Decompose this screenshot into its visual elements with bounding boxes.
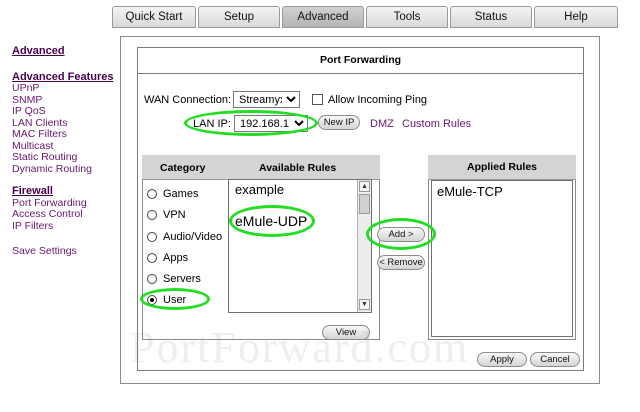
tab-status[interactable]: Status <box>450 6 532 28</box>
remove-button[interactable]: < Remove <box>377 255 425 270</box>
allow-ping-label: Allow Incoming Ping <box>328 94 428 106</box>
add-button[interactable]: Add > <box>377 227 425 242</box>
sidebar-item-ip-filters[interactable]: IP Filters <box>12 220 120 233</box>
view-button[interactable]: View <box>322 325 370 340</box>
category-label-audio-video: Audio/Video <box>163 231 223 243</box>
custom-rules-link[interactable]: Custom Rules <box>402 118 471 130</box>
category-option-apps[interactable]: Apps <box>147 252 188 264</box>
scroll-thumb[interactable] <box>359 194 370 214</box>
category-label-apps: Apps <box>163 252 189 264</box>
category-option-games[interactable]: Games <box>147 188 198 200</box>
available-rules-heading: Available Rules <box>259 162 337 174</box>
category-label-user: User <box>163 294 187 306</box>
category-label-vpn: VPN <box>163 209 186 221</box>
category-label-servers: Servers <box>163 273 201 285</box>
wan-connection-select[interactable]: Streamyx <box>233 91 300 108</box>
tab-tools[interactable]: Tools <box>366 6 448 28</box>
category-header: Category Available Rules <box>142 155 380 180</box>
sidebar-item-ip-qos[interactable]: IP QoS <box>12 105 120 118</box>
apply-button[interactable]: Apply <box>477 352 527 367</box>
tab-setup[interactable]: Setup <box>198 6 280 28</box>
available-rule-item[interactable]: eMule-UDP <box>235 213 307 229</box>
category-option-audio-video[interactable]: Audio/Video <box>147 231 222 243</box>
sidebar-title[interactable]: Advanced <box>12 45 120 58</box>
radio-user[interactable] <box>147 295 157 305</box>
sidebar: Advanced Advanced Features UPnP SNMP IP … <box>12 45 120 258</box>
sidebar-item-save-settings[interactable]: Save Settings <box>12 245 120 258</box>
sidebar-item-access-control[interactable]: Access Control <box>12 208 120 221</box>
sidebar-item-static-routing[interactable]: Static Routing <box>12 151 120 164</box>
lan-ip-select[interactable]: 192.168.1.2 <box>234 115 308 132</box>
panel-title: Port Forwarding <box>137 47 584 74</box>
category-label-games: Games <box>163 188 199 200</box>
radio-games[interactable] <box>147 189 157 199</box>
radio-vpn[interactable] <box>147 210 157 220</box>
available-rule-item[interactable]: example <box>235 182 284 197</box>
applied-rule-item[interactable]: eMule-TCP <box>437 184 503 199</box>
radio-audio-video[interactable] <box>147 232 157 242</box>
category-option-user[interactable]: User <box>147 294 186 306</box>
tab-help[interactable]: Help <box>534 6 618 28</box>
available-rules-scrollbar[interactable]: ▲ ▼ <box>357 180 371 312</box>
category-option-vpn[interactable]: VPN <box>147 209 186 221</box>
scroll-up-icon[interactable]: ▲ <box>359 181 370 192</box>
cancel-button[interactable]: Cancel <box>530 352 580 367</box>
new-ip-button[interactable]: New IP <box>318 115 360 130</box>
tab-quick-start[interactable]: Quick Start <box>112 6 196 28</box>
scroll-down-icon[interactable]: ▼ <box>359 299 370 310</box>
category-option-servers[interactable]: Servers <box>147 273 201 285</box>
category-heading: Category <box>160 162 206 174</box>
sidebar-heading-firewall[interactable]: Firewall <box>12 185 120 198</box>
available-rules-list[interactable]: example eMule-UDP ▲ ▼ <box>228 179 372 313</box>
dmz-link[interactable]: DMZ <box>370 118 394 130</box>
radio-servers[interactable] <box>147 274 157 284</box>
wan-connection-label: WAN Connection: <box>144 94 232 106</box>
top-nav: Quick Start Setup Advanced Tools Status … <box>112 6 632 28</box>
sidebar-item-upnp[interactable]: UPnP <box>12 82 120 95</box>
tab-advanced[interactable]: Advanced <box>282 6 364 28</box>
sidebar-item-mac-filters[interactable]: MAC Filters <box>12 128 120 141</box>
lan-ip-label: LAN IP: <box>193 118 231 130</box>
sidebar-item-dynamic-routing[interactable]: Dynamic Routing <box>12 163 120 176</box>
radio-apps[interactable] <box>147 253 157 263</box>
allow-ping-checkbox[interactable] <box>312 94 323 105</box>
applied-rules-list[interactable]: eMule-TCP <box>431 180 573 337</box>
applied-rules-heading: Applied Rules <box>428 155 576 180</box>
